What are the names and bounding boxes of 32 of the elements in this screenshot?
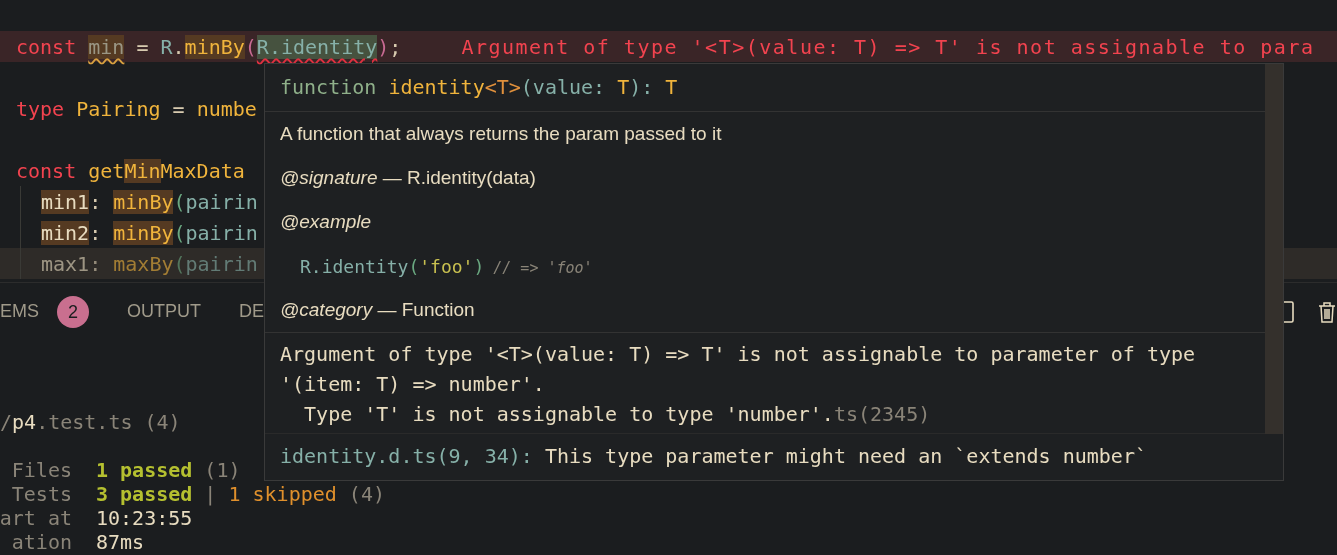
terminal-label: ation — [10, 530, 72, 554]
panel-tab[interactable]: EMS — [0, 300, 39, 324]
related-info: identity.d.ts(9, 34): This type parameter might need an `extends number` — [280, 444, 1147, 468]
terminal-text: 87ms — [96, 530, 145, 554]
code-line: min1: minBy(pairin — [41, 189, 258, 214]
terminal-label: Files — [10, 458, 72, 482]
inline-error: Argument of type '<T>(value: T) => T' is not assignable to para — [461, 34, 1315, 59]
doc-text: @example — [280, 211, 372, 233]
code-line: type Pairing = numbe — [16, 96, 257, 121]
scrollbar[interactable] — [1265, 64, 1283, 434]
doc-text: @category — Function — [280, 299, 475, 321]
signature-text: function identity<T>(value: T): T — [280, 75, 678, 99]
terminal-text: 3 passed | 1 skipped (4) — [96, 482, 385, 506]
terminal-text: /p4.test.ts (4) — [0, 410, 181, 434]
error-message: Argument of type '<T>(value: T) => T' is not assignable to parameter of type — [280, 342, 1196, 366]
terminal-text: 1 passed (1) — [96, 458, 241, 482]
doc-text: @signature — R.identity(data) — [280, 167, 536, 189]
error-message: '(item: T) => number'. — [280, 372, 545, 396]
code-line: const min = R.minBy(R.identity); — [16, 34, 402, 59]
terminal-label: Tests — [10, 482, 72, 506]
count-badge: 2 — [57, 296, 89, 328]
terminal-text: 10:23:55 — [96, 506, 193, 530]
trash-icon[interactable] — [1317, 300, 1337, 324]
error-message: Type 'T' is not assignable to type 'number'.ts(2345) — [303, 402, 931, 426]
panel-tab[interactable]: OUTPUT — [127, 300, 201, 324]
code-line: min2: minBy(pairin — [41, 220, 258, 245]
doc-text: A function that always returns the param passed to it — [280, 123, 722, 145]
example-code: R.identity('foo') // => 'foo' — [299, 255, 593, 277]
terminal-label: art at — [0, 506, 72, 530]
panel-tab[interactable]: DE — [239, 300, 265, 324]
code-line: const getMinMaxData — [16, 158, 245, 183]
code-line: max1: maxBy(pairin — [41, 251, 258, 276]
